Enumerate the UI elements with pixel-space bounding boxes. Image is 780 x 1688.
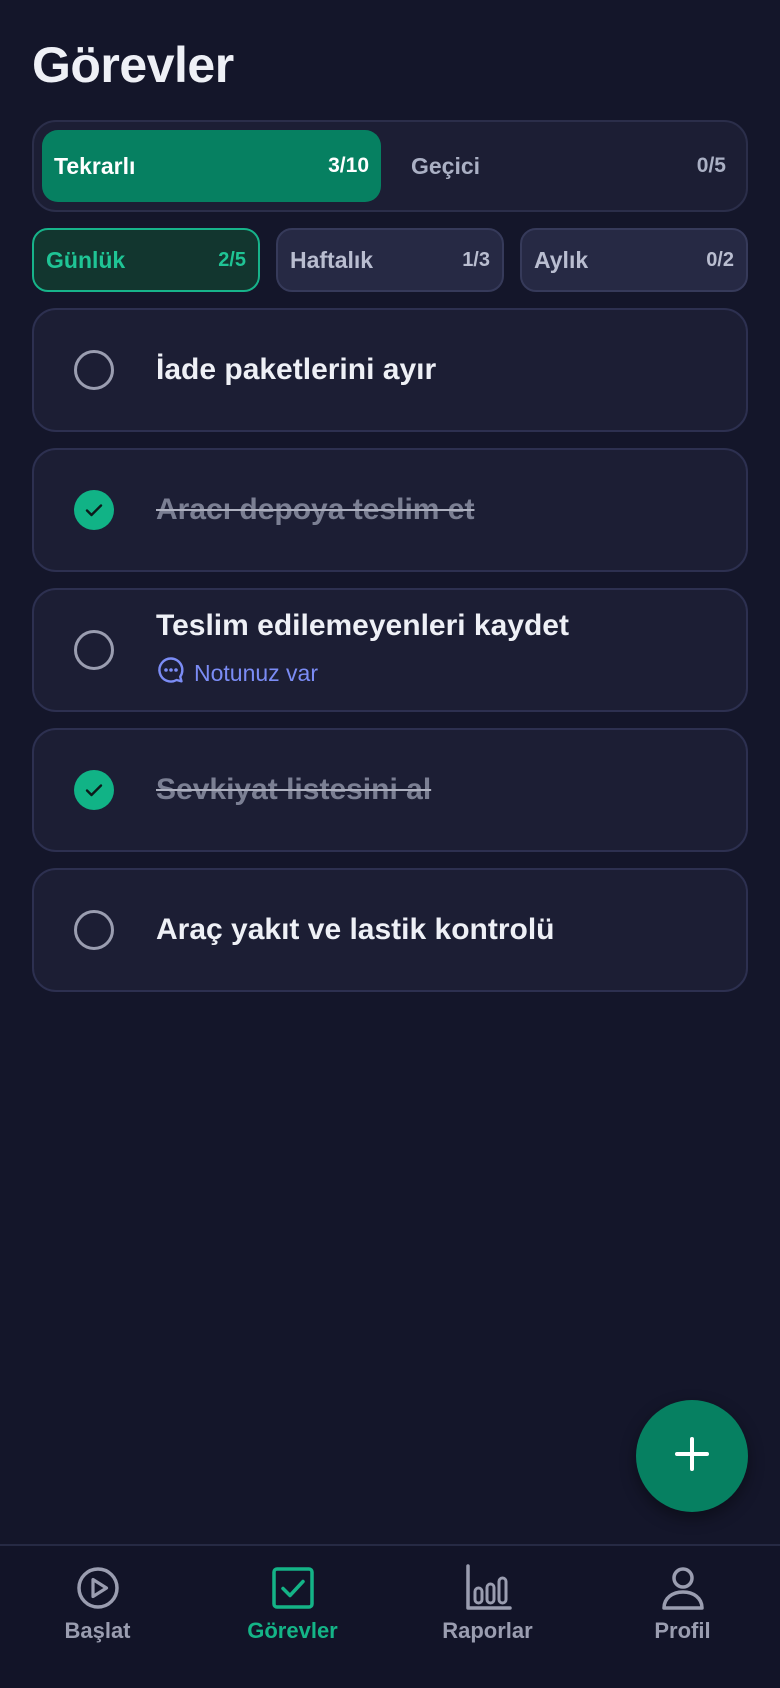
segment-label: Geçici bbox=[411, 152, 481, 179]
period-count: 1/3 bbox=[462, 248, 490, 271]
task-note[interactable]: Notunuz var bbox=[156, 655, 726, 691]
segment-count: 3/10 bbox=[328, 154, 369, 177]
task-item[interactable]: İade paketlerini ayır bbox=[32, 308, 748, 432]
checkbox-empty-icon[interactable] bbox=[74, 630, 114, 670]
period-filter: Günlük 2/5 Haftalık 1/3 Aylık 0/2 bbox=[32, 228, 748, 292]
nav-label: Profil bbox=[654, 1618, 711, 1643]
checkbox-icon bbox=[269, 1564, 317, 1612]
task-note-label: Notunuz var bbox=[194, 659, 319, 686]
period-count: 0/2 bbox=[706, 248, 734, 271]
period-label: Haftalık bbox=[290, 246, 374, 273]
task-list: İade paketlerini ayır Aracı depoya tesli… bbox=[32, 308, 748, 1008]
period-weekly[interactable]: Haftalık 1/3 bbox=[276, 228, 504, 292]
segment-count: 0/5 bbox=[696, 154, 726, 177]
task-title: Aracı depoya teslim et bbox=[156, 493, 475, 526]
nav-label: Raporlar bbox=[442, 1618, 533, 1643]
period-count: 2/5 bbox=[218, 248, 246, 271]
task-title: Araç yakıt ve lastik kontrolü bbox=[156, 913, 555, 946]
add-task-button[interactable] bbox=[636, 1400, 748, 1512]
task-type-segmented-control: Tekrarlı 3/10 Geçici 0/5 bbox=[32, 120, 748, 212]
segment-temporary[interactable]: Geçici 0/5 bbox=[391, 130, 738, 202]
segment-label: Tekrarlı bbox=[54, 152, 136, 179]
task-title: İade paketlerini ayır bbox=[156, 353, 437, 386]
nav-item-reports[interactable]: Raporlar bbox=[390, 1546, 585, 1688]
nav-label: Başlat bbox=[64, 1618, 131, 1643]
task-title: Sevkiyat listesini al bbox=[156, 773, 432, 806]
user-icon bbox=[659, 1564, 707, 1612]
play-circle-icon bbox=[74, 1564, 122, 1612]
checkbox-empty-icon[interactable] bbox=[74, 910, 114, 950]
task-item[interactable]: Araç yakıt ve lastik kontrolü bbox=[32, 868, 748, 992]
task-title: Teslim edilemeyenleri kaydet bbox=[156, 609, 569, 642]
task-item[interactable]: Aracı depoya teslim et bbox=[32, 448, 748, 572]
period-monthly[interactable]: Aylık 0/2 bbox=[520, 228, 748, 292]
period-label: Aylık bbox=[534, 246, 589, 273]
checkbox-checked-icon[interactable] bbox=[74, 770, 114, 810]
task-item[interactable]: Sevkiyat listesini al bbox=[32, 728, 748, 852]
task-item[interactable]: Teslim edilemeyenleri kaydet Notunuz var bbox=[32, 588, 748, 712]
period-label: Günlük bbox=[46, 246, 126, 273]
nav-item-profile[interactable]: Profil bbox=[585, 1546, 780, 1688]
nav-item-start[interactable]: Başlat bbox=[0, 1546, 195, 1688]
page-title: Görevler bbox=[32, 37, 234, 93]
checkbox-checked-icon[interactable] bbox=[74, 490, 114, 530]
nav-label: Görevler bbox=[247, 1618, 338, 1643]
checkbox-empty-icon[interactable] bbox=[74, 350, 114, 390]
bar-chart-icon bbox=[464, 1564, 512, 1612]
segment-recurring[interactable]: Tekrarlı 3/10 bbox=[42, 130, 381, 202]
bottom-nav: Başlat Görevler Raporlar Profil bbox=[0, 1544, 780, 1688]
nav-item-tasks[interactable]: Görevler bbox=[195, 1546, 390, 1688]
plus-icon bbox=[672, 1434, 712, 1479]
chat-bubble-icon bbox=[156, 655, 186, 691]
period-daily[interactable]: Günlük 2/5 bbox=[32, 228, 260, 292]
